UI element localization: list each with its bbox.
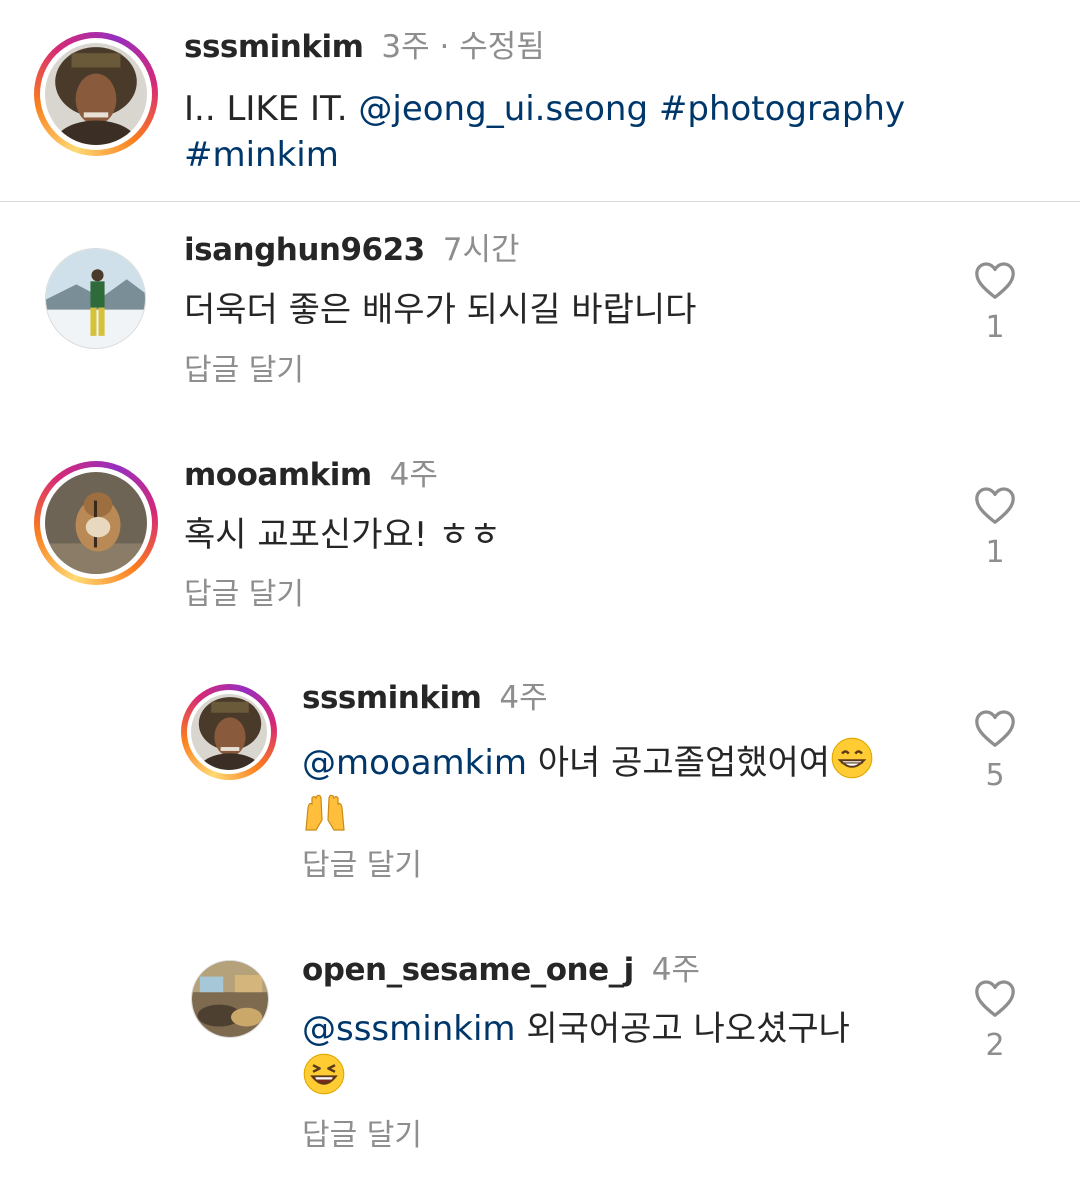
comment-text: 더욱더 좋은 배우가 되시길 바랍니다 (184, 290, 697, 330)
laughing-emoji-icon (302, 1052, 346, 1108)
comment-username[interactable]: mooamkim (184, 457, 372, 493)
heart-outline-icon (975, 487, 1015, 524)
like-button[interactable]: 5 (970, 708, 1020, 796)
comment-meta: mooamkim 4주 (184, 455, 438, 495)
like-count: 1 (985, 535, 1005, 570)
reply-text: @mooamkim 아녀 공고졸업했어여 (302, 736, 942, 848)
heart-outline-icon (975, 262, 1015, 299)
comment-text: 혹시 교포신가요! ㅎㅎ (184, 515, 501, 555)
caption-mention[interactable]: @jeong_ui.seong (358, 89, 648, 129)
reply-meta: open_sesame_one_j 4주 (302, 950, 700, 990)
caption-avatar[interactable] (34, 32, 158, 156)
reply-mention[interactable]: @sssminkim (302, 1009, 516, 1049)
reply-button[interactable]: 답글 달기 (184, 351, 304, 391)
caption-hashtag[interactable]: #photography (648, 89, 905, 129)
like-count: 1 (985, 310, 1005, 345)
commenter-avatar[interactable] (34, 461, 158, 585)
commenter-avatar[interactable] (181, 684, 277, 780)
caption-section: sssminkim 3주 · 수정됨 I.. LIKE IT. @jeong_ui… (0, 0, 1080, 201)
grinning-emoji-icon (830, 736, 874, 792)
caption-hashtag[interactable]: #minkim (184, 135, 339, 175)
reply-time: 4주 (499, 680, 548, 716)
reply-item: sssminkim 4주 @mooamkim 아녀 공고졸업했어여 답글 달기 5 (0, 668, 1080, 898)
commenter-avatar[interactable] (45, 248, 146, 349)
like-button[interactable]: 1 (970, 485, 1020, 573)
reply-body: 아녀 공고졸업했어여 (526, 743, 831, 783)
like-button[interactable]: 2 (970, 978, 1020, 1066)
reply-button[interactable]: 답글 달기 (184, 575, 304, 615)
divider (0, 201, 1080, 202)
like-button[interactable]: 1 (970, 260, 1020, 348)
commenter-avatar[interactable] (191, 960, 269, 1038)
like-count: 2 (985, 1028, 1005, 1063)
reply-time: 4주 (651, 952, 701, 988)
reply-mention[interactable]: @mooamkim (302, 743, 527, 783)
like-count: 5 (985, 758, 1005, 793)
comment-time: 4주 (389, 457, 438, 493)
reply-username[interactable]: open_sesame_one_j (302, 952, 634, 988)
raised-hands-emoji-icon (302, 792, 348, 848)
heart-outline-icon (975, 710, 1015, 747)
reply-meta: sssminkim 4주 (302, 678, 548, 718)
reply-button[interactable]: 답글 달기 (302, 1116, 422, 1156)
caption-time: 3주 · 수정됨 (381, 29, 545, 65)
reply-body: 외국어공고 나오셨구나 (515, 1009, 850, 1049)
comment-item: mooamkim 4주 혹시 교포신가요! ㅎㅎ 답글 달기 1 (0, 445, 1080, 635)
reply-text: @sssminkim 외국어공고 나오셨구나 (302, 1006, 942, 1108)
heart-outline-icon (975, 980, 1015, 1017)
caption-username[interactable]: sssminkim (184, 29, 364, 65)
comment-meta: isanghun9623 7시간 (184, 230, 520, 270)
caption-meta: sssminkim 3주 · 수정됨 (184, 27, 545, 67)
reply-button[interactable]: 답글 달기 (302, 846, 422, 886)
comment-time: 7시간 (442, 232, 520, 268)
comment-username[interactable]: isanghun9623 (184, 232, 425, 268)
reply-username[interactable]: sssminkim (302, 680, 482, 716)
reply-item: open_sesame_one_j 4주 @sssminkim 외국어공고 나오셨… (0, 938, 1080, 1168)
caption-text: I.. LIKE IT. @jeong_ui.seong #photograph… (184, 86, 984, 178)
comment-item: isanghun9623 7시간 더욱더 좋은 배우가 되시길 바랍니다 답글 달… (0, 220, 1080, 410)
caption-plain-text: I.. LIKE IT. (184, 89, 359, 129)
